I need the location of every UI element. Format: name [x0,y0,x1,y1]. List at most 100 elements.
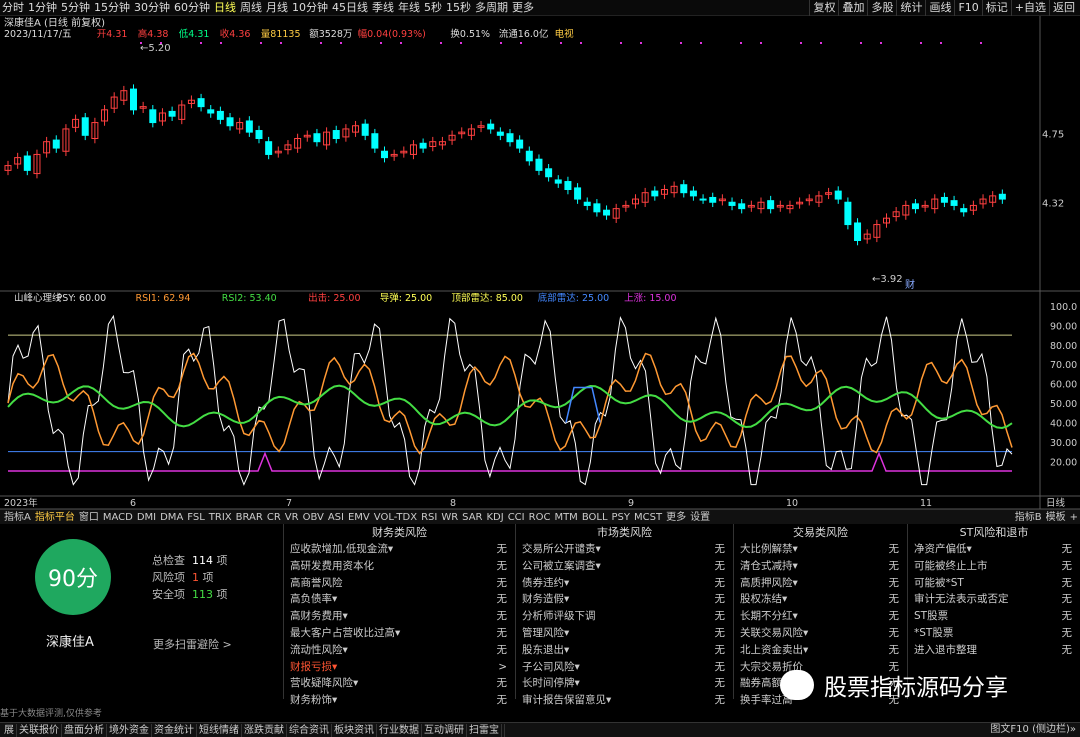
tab-18[interactable]: KDJ [484,511,505,525]
tab-right-1[interactable]: 模板 [1044,511,1068,525]
tab-4[interactable]: DMI [135,511,158,525]
tab-2[interactable]: 窗口 [77,511,101,525]
risk-item[interactable]: 长时间停牌▾ 无 [516,675,733,692]
tab-8[interactable]: BRAR [234,511,265,525]
kline-chart[interactable]: 深康佳A (日线 前复权) 2023/11/17/五 开4.31 高4.38 低4.3… [0,16,1080,520]
tab-5[interactable]: DMA [158,511,185,525]
tab-7[interactable]: TRIX [207,511,234,525]
period-8[interactable]: 月线 [264,0,290,16]
tab-right-0[interactable]: 指标B [1013,511,1044,525]
period-11[interactable]: 季线 [370,0,396,16]
risk-item[interactable]: 进入退市整理 无 [908,642,1080,659]
toolbar-btn-4[interactable]: 画线 [925,0,954,16]
period-2[interactable]: 5分钟 [59,0,92,16]
risk-item[interactable]: *ST股票 无 [908,625,1080,642]
bottom-tab-10[interactable]: 互动调研 [422,724,467,737]
tab-19[interactable]: CCI [506,511,527,525]
tab-15[interactable]: RSI [419,511,439,525]
bottom-tab-4[interactable]: 资金统计 [152,724,197,737]
tab-24[interactable]: MCST [632,511,664,525]
risk-item[interactable]: 财务造假▾ 无 [516,591,733,608]
risk-item[interactable]: 北上资金卖出▾ 无 [734,642,907,659]
tab-21[interactable]: MTM [552,511,579,525]
risk-item[interactable]: 子公司风险▾ 无 [516,659,733,676]
toolbar-btn-7[interactable]: +自选 [1010,0,1049,16]
period-14[interactable]: 15秒 [444,0,473,16]
tab-0[interactable]: 指标A [2,511,33,525]
toolbar-btn-8[interactable]: 返回 [1049,0,1078,16]
period-0[interactable]: 分时 [0,0,26,16]
risk-item[interactable]: 财报亏损▾ > [284,659,515,676]
risk-item[interactable]: 审计报告保留意见▾ 无 [516,692,733,709]
period-9[interactable]: 10分钟 [290,0,330,16]
tab-12[interactable]: ASI [326,511,346,525]
tab-right-2[interactable]: + [1068,511,1080,525]
risk-item[interactable]: 高负债率▾ 无 [284,591,515,608]
risk-item[interactable]: 高商誉风险 无 [284,575,515,592]
risk-item[interactable]: 清仓式减持▾ 无 [734,558,907,575]
risk-item[interactable]: 股东退出▾ 无 [516,642,733,659]
tab-16[interactable]: WR [439,511,460,525]
tab-26[interactable]: 设置 [688,511,712,525]
more-scan-link[interactable]: 更多扫雷避险 > [153,636,232,652]
period-6[interactable]: 日线 [212,0,238,16]
tab-13[interactable]: EMV [346,511,372,525]
risk-item[interactable]: 审计无法表示或否定 无 [908,591,1080,608]
risk-item[interactable]: 长期不分红▾ 无 [734,608,907,625]
bottom-tab-8[interactable]: 板块资讯 [332,724,377,737]
risk-item[interactable]: 高质押风险▾ 无 [734,575,907,592]
period-13[interactable]: 5秒 [422,0,444,16]
toolbar-btn-6[interactable]: 标记 [981,0,1011,16]
tab-9[interactable]: CR [265,511,283,525]
risk-item[interactable]: 财务粉饰▾ 无 [284,692,515,709]
toolbar-btn-0[interactable]: 复权 [809,0,838,16]
period-3[interactable]: 15分钟 [92,0,132,16]
period-12[interactable]: 年线 [396,0,422,16]
bottom-tab-7[interactable]: 综合资讯 [287,724,332,737]
tab-22[interactable]: BOLL [580,511,610,525]
risk-item[interactable]: 最大客户占营收比过高▾ 无 [284,625,515,642]
risk-item[interactable]: 公司被立案调查▾ 无 [516,558,733,575]
tab-17[interactable]: SAR [460,511,484,525]
risk-item[interactable]: 债券违约▾ 无 [516,575,733,592]
bottom-tab-3[interactable]: 境外资金 [107,724,152,737]
period-4[interactable]: 30分钟 [132,0,172,16]
tab-6[interactable]: FSL [185,511,207,525]
risk-item[interactable]: 流动性风险▾ 无 [284,642,515,659]
risk-item[interactable]: 应收款增加,低现金流▾ 无 [284,541,515,558]
tab-11[interactable]: OBV [301,511,326,525]
toolbar-btn-2[interactable]: 多股 [867,0,896,16]
risk-item[interactable]: 关联交易风险▾ 无 [734,625,907,642]
tab-23[interactable]: PSY [610,511,633,525]
risk-item[interactable]: 交易所公开谴责▾ 无 [516,541,733,558]
risk-item[interactable]: 可能被*ST 无 [908,575,1080,592]
period-1[interactable]: 1分钟 [26,0,59,16]
toolbar-btn-5[interactable]: F10 [954,0,981,16]
bottom-tab-1[interactable]: 关联报价 [17,724,62,737]
period-15[interactable]: 多周期 [473,0,510,16]
risk-item[interactable]: 高研发费用资本化 无 [284,558,515,575]
risk-item[interactable]: 营收疑降风险▾ 无 [284,675,515,692]
tab-25[interactable]: 更多 [664,511,688,525]
risk-item[interactable]: 管理风险▾ 无 [516,625,733,642]
bottom-tab-0[interactable]: 展 [2,724,17,737]
period-16[interactable]: 更多 [510,0,536,16]
period-5[interactable]: 60分钟 [172,0,212,16]
risk-item[interactable]: 可能被终止上市 无 [908,558,1080,575]
risk-item[interactable]: 股权冻结▾ 无 [734,591,907,608]
bottom-tab-11[interactable]: 扫雷宝 [467,724,502,737]
toolbar-btn-3[interactable]: 统计 [896,0,925,16]
risk-item[interactable]: ST股票 无 [908,608,1080,625]
tab-20[interactable]: ROC [527,511,553,525]
period-7[interactable]: 周线 [238,0,264,16]
risk-item[interactable]: 分析师评级下调 无 [516,608,733,625]
period-10[interactable]: 45日线 [330,0,370,16]
bottom-tab-9[interactable]: 行业数据 [377,724,422,737]
f10-sidebar[interactable]: 图文F10 (侧边栏)» [990,723,1080,737]
bottom-tab-5[interactable]: 短线情绪 [197,724,242,737]
tab-1[interactable]: 指标平台 [33,511,77,525]
tab-10[interactable]: VR [283,511,301,525]
risk-item[interactable]: 净资产偏低▾ 无 [908,541,1080,558]
tab-14[interactable]: VOL-TDX [372,511,419,525]
risk-item[interactable]: 高财务费用▾ 无 [284,608,515,625]
